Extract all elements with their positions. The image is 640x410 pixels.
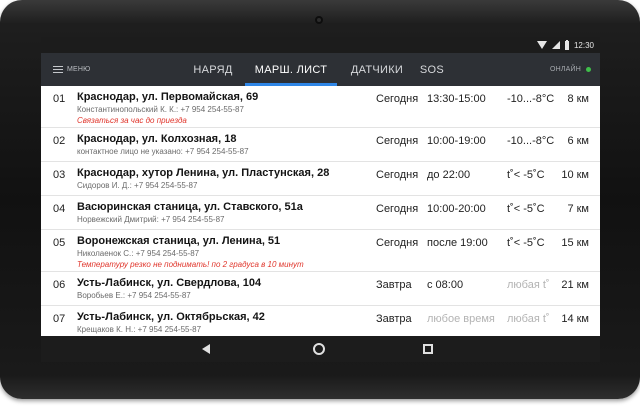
screen: 12:30 МЕНЮ НАРЯД МАРШ. ЛИСТ ДАТЧИКИ SOS … <box>41 37 600 362</box>
route-day: Завтра <box>376 313 412 325</box>
camera-icon <box>315 16 323 24</box>
app-bar: МЕНЮ НАРЯД МАРШ. ЛИСТ ДАТЧИКИ SOS ОНЛАЙН <box>41 53 600 86</box>
route-list: 01 Краснодар, ул. Первомайская, 69 Конст… <box>41 86 600 336</box>
route-number: 05 <box>53 237 66 249</box>
route-distance: 7 км <box>567 203 589 215</box>
route-time: любое время <box>427 313 495 325</box>
hamburger-icon <box>53 66 63 73</box>
back-icon[interactable] <box>202 344 210 354</box>
tab-bar: НАРЯД МАРШ. ЛИСТ ДАТЧИКИ SOS <box>181 53 447 86</box>
system-nav-bar <box>41 336 600 362</box>
route-row[interactable]: 05 Воронежская станица, ул. Ленина, 51 Н… <box>41 230 600 272</box>
route-row[interactable]: 03 Краснодар, хутор Ленина, ул. Пластунс… <box>41 162 600 196</box>
route-day: Сегодня <box>376 93 419 105</box>
route-address: Васюринская станица, ул. Ставского, 51а <box>77 201 303 213</box>
route-distance: 14 км <box>561 313 589 325</box>
route-number: 02 <box>53 135 66 147</box>
route-row[interactable]: 02 Краснодар, ул. Колхозная, 18 контактн… <box>41 128 600 162</box>
status-bar: 12:30 <box>41 37 600 53</box>
route-contact: Норвежский Дмитрий: +7 954 254-55-87 <box>77 215 225 224</box>
tab-sos[interactable]: SOS <box>417 53 447 86</box>
route-day: Сегодня <box>376 237 419 249</box>
tablet-frame: 12:30 МЕНЮ НАРЯД МАРШ. ЛИСТ ДАТЧИКИ SOS … <box>0 0 640 399</box>
menu-button[interactable]: МЕНЮ <box>53 53 90 86</box>
route-distance: 6 км <box>567 135 589 147</box>
home-icon[interactable] <box>313 343 325 355</box>
route-contact: контактное лицо не указано: +7 954 254-5… <box>77 147 249 156</box>
route-contact: Сидоров И. Д.: +7 954 254-55-87 <box>77 181 198 190</box>
route-row[interactable]: 04 Васюринская станица, ул. Ставского, 5… <box>41 196 600 230</box>
route-number: 07 <box>53 313 66 325</box>
route-time: 10:00-19:00 <box>427 135 486 147</box>
route-temperature: t˚< -5˚C <box>507 237 545 249</box>
online-status: ОНЛАЙН <box>550 53 591 86</box>
recent-apps-icon[interactable] <box>423 344 433 354</box>
route-row[interactable]: 06 Усть-Лабинск, ул. Свердлова, 104 Воро… <box>41 272 600 306</box>
route-row[interactable]: 07 Усть-Лабинск, ул. Октябрьская, 42 Кре… <box>41 306 600 336</box>
route-note: Температуру резко не поднимать! по 2 гра… <box>77 260 304 269</box>
route-address: Краснодар, хутор Ленина, ул. Пластунская… <box>77 167 330 179</box>
signal-icon <box>551 41 560 49</box>
route-row[interactable]: 01 Краснодар, ул. Первомайская, 69 Конст… <box>41 86 600 128</box>
route-address: Усть-Лабинск, ул. Свердлова, 104 <box>77 277 262 289</box>
status-clock: 12:30 <box>573 40 594 50</box>
route-time: до 22:00 <box>427 169 471 181</box>
online-label: ОНЛАЙН <box>549 66 581 73</box>
route-address: Усть-Лабинск, ул. Октябрьская, 42 <box>77 311 265 323</box>
route-temperature: -10...-8°C <box>507 93 555 105</box>
route-contact: Николаенок С.: +7 954 254-55-87 <box>77 249 200 258</box>
route-contact: Константинопольский К. К.: +7 954 254-55… <box>77 105 244 114</box>
route-distance: 10 км <box>561 169 589 181</box>
route-number: 06 <box>53 279 66 291</box>
route-day: Сегодня <box>376 169 419 181</box>
route-distance: 8 км <box>567 93 589 105</box>
route-day: Сегодня <box>376 135 419 147</box>
route-time: 10:00-20:00 <box>427 203 486 215</box>
route-temperature: -10...-8°C <box>507 135 555 147</box>
route-distance: 21 км <box>561 279 589 291</box>
route-temperature: t˚< -5˚C <box>507 169 545 181</box>
route-number: 01 <box>53 93 66 105</box>
route-day: Сегодня <box>376 203 419 215</box>
battery-icon <box>564 39 569 50</box>
route-contact: Воробьев Е.: +7 954 254-55-87 <box>77 291 191 300</box>
route-address: Воронежская станица, ул. Ленина, 51 <box>77 235 281 247</box>
status-icons: 12:30 <box>536 37 594 53</box>
online-indicator-icon <box>586 67 591 72</box>
route-temperature: любая t˚ <box>507 279 550 291</box>
route-distance: 15 км <box>561 237 589 249</box>
route-address: Краснодар, ул. Колхозная, 18 <box>77 133 237 145</box>
route-day: Завтра <box>376 279 412 291</box>
route-time: после 19:00 <box>427 237 488 249</box>
route-temperature: t˚< -5˚C <box>507 203 545 215</box>
route-time: 13:30-15:00 <box>427 93 486 105</box>
tab-naryad[interactable]: НАРЯД <box>181 53 245 86</box>
route-note: Связаться за час до приезда <box>77 116 187 125</box>
menu-label: МЕНЮ <box>67 66 91 73</box>
wifi-icon <box>536 41 547 49</box>
route-number: 04 <box>53 203 66 215</box>
route-address: Краснодар, ул. Первомайская, 69 <box>77 91 259 103</box>
tab-route-sheet[interactable]: МАРШ. ЛИСТ <box>245 53 337 86</box>
route-contact: Крещаков К. Н.: +7 954 254-55-87 <box>77 325 202 334</box>
route-number: 03 <box>53 169 66 181</box>
route-temperature: любая t˚ <box>507 313 550 325</box>
tab-sensors[interactable]: ДАТЧИКИ <box>337 53 417 86</box>
route-time: с 08:00 <box>427 279 464 291</box>
